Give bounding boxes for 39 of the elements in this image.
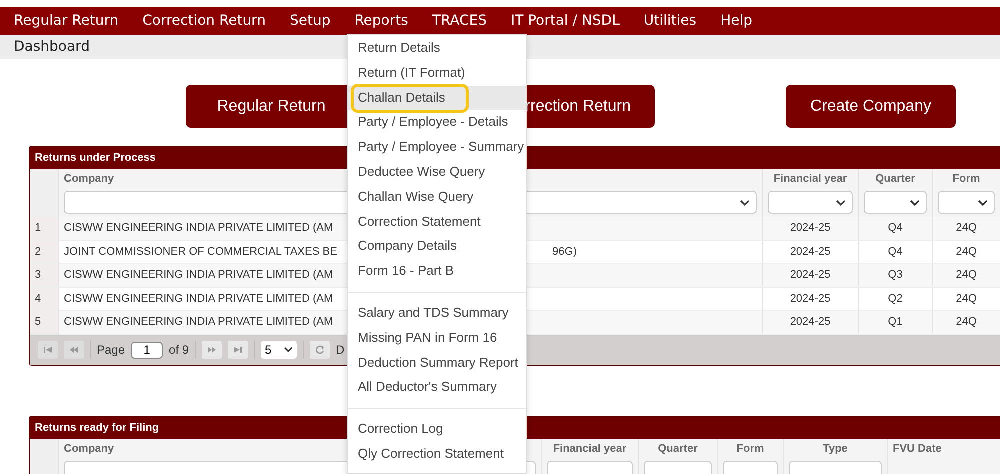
table-cell: 24Q — [933, 217, 1000, 240]
column-header: Form — [736, 442, 764, 454]
column-header: Company — [64, 173, 114, 185]
table-cell: 24Q — [933, 264, 1000, 286]
column-header: Financial year — [774, 173, 848, 185]
table-cell: 2024-25 — [763, 240, 859, 263]
column-header: Financial year — [553, 442, 627, 454]
table-cell: Q2 — [859, 288, 933, 310]
column-header: Quarter — [658, 442, 698, 454]
row-number: 2 — [30, 240, 59, 263]
column-header: Form — [952, 173, 980, 185]
row-number: 4 — [30, 288, 59, 310]
table-cell: CISWW ENGINEERING INDIA PRIVATE LIMITED (AM — [64, 269, 334, 282]
page-label: Page — [97, 343, 126, 357]
table-cell: Q3 — [859, 264, 933, 286]
row-number: 5 — [30, 311, 59, 334]
table-cell: 2024-25 — [763, 311, 859, 334]
column-header: Company — [64, 442, 114, 454]
table-cell: CISWW ENGINEERING INDIA PRIVATE LIMITED (AM — [64, 316, 334, 328]
row-number: 1 — [30, 217, 59, 240]
table-cell: Q4 — [859, 240, 933, 263]
table-cell: Q1 — [859, 311, 933, 334]
table-cell: 24Q — [933, 311, 1000, 334]
table-cell: CISWW ENGINEERING INDIA PRIVATE LIMITED (AM — [64, 292, 334, 305]
table-cell: Q4 — [859, 217, 933, 240]
pager-text: D — [336, 343, 345, 357]
column-header: FVU Date — [893, 442, 942, 454]
table-cell: JOINT COMMISSIONER OF COMMERCIAL TAXES BE — [64, 246, 338, 258]
table-cell: 96G) — [552, 246, 577, 258]
table-cell: CISWW ENGINEERING INDIA PRIVATE LIMITED (AM — [64, 222, 334, 234]
column-header: Type — [823, 442, 848, 454]
table-cell: 24Q — [933, 288, 1000, 310]
page-count: of 9 — [169, 343, 190, 357]
row-number: 3 — [30, 264, 59, 286]
table-cell: 2024-25 — [763, 288, 859, 310]
table-cell: 2024-25 — [763, 264, 859, 286]
column-header: Quarter — [876, 173, 916, 185]
table-cell: 24Q — [933, 240, 1000, 263]
table-cell: 2024-25 — [763, 217, 859, 240]
